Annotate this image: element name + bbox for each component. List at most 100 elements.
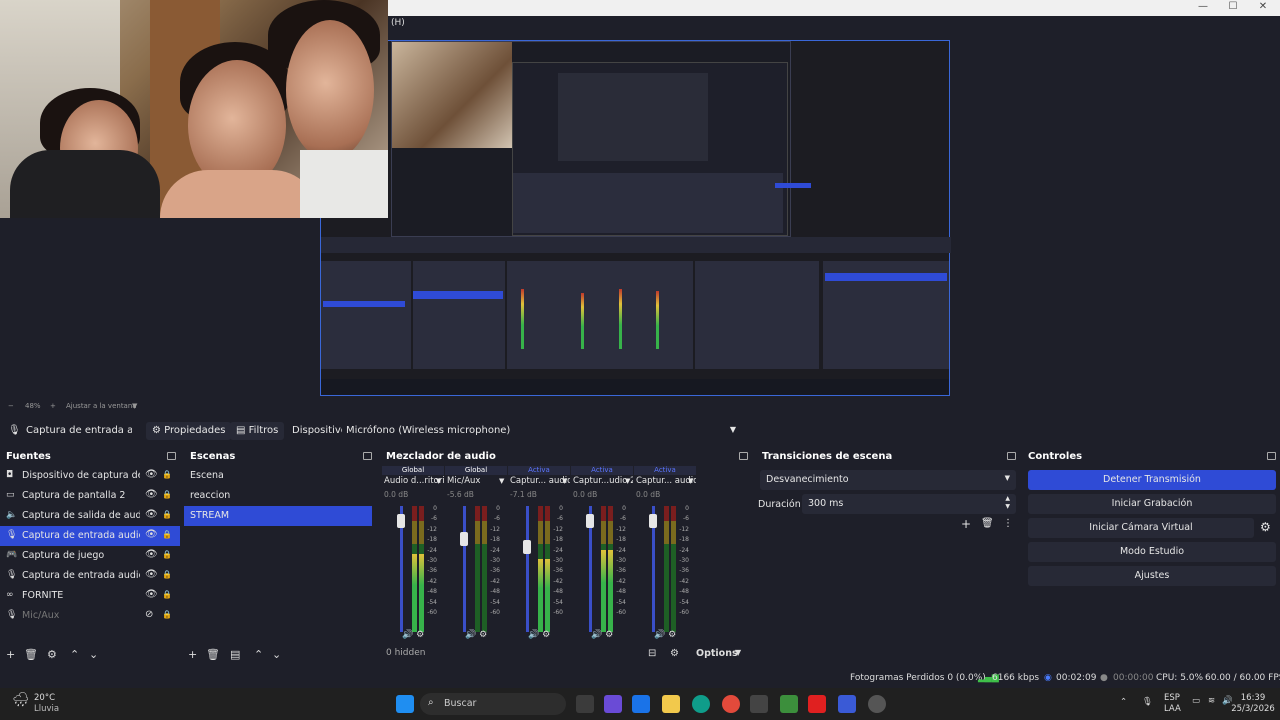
eye-icon[interactable]: 👁 [145,489,158,500]
menu-help[interactable]: (H) [391,18,405,28]
maximize-button[interactable]: ☐ [1218,1,1248,15]
taskbar-search[interactable]: ⌕ Buscar [420,693,566,715]
gear-icon[interactable]: ⚙ [476,630,487,640]
volume-fader[interactable] [526,506,529,632]
preview-canvas[interactable] [320,40,951,396]
fader-handle[interactable] [397,514,405,529]
transition-select[interactable]: Desvanecimiento ▼ [760,470,1016,490]
gear-icon[interactable]: ⚙ [539,630,550,640]
stop-stream-button[interactable]: Detener Transmisión [1028,470,1276,490]
add-icon[interactable]: + [961,517,971,531]
channel-name[interactable]: Audio d...ritorio [384,476,444,486]
minecraft-icon[interactable] [780,695,798,713]
gear-icon[interactable]: ⚙ [665,630,676,640]
chevron-down-icon[interactable]: ▼ [562,477,567,485]
source-item[interactable]: 🎙 Mic/Aux ⊘ 🔒 [0,606,180,626]
volume-fader[interactable] [463,506,466,632]
channel-name[interactable]: Mic/Aux [447,476,507,486]
eye-hidden-icon[interactable]: ⊘ [145,609,153,620]
chevron-down-icon[interactable]: ▼ [735,648,741,657]
arrow-up-icon[interactable]: ⌃ [70,648,79,661]
close-button[interactable]: ✕ [1248,1,1278,15]
chevron-down-icon[interactable]: ▼ [625,477,630,485]
outlook-icon[interactable] [632,695,650,713]
lock-icon[interactable]: 🔒 [162,510,172,519]
mute-icon[interactable]: 🔊 [591,630,602,640]
gear-icon[interactable]: ⚙ [602,630,613,640]
fader-handle[interactable] [523,539,531,554]
eye-icon[interactable]: 👁 [145,529,158,540]
source-item[interactable]: ∞ FORNITE 👁 🔒 [0,586,180,606]
zoom-in-icon[interactable]: + [50,402,56,410]
filters-button[interactable]: ▤ Filtros [230,422,285,440]
undock-icon[interactable] [167,452,176,460]
gear-icon[interactable]: ⚙ [413,630,424,640]
source-item[interactable]: ▭ Captura de pantalla 2 👁 🔒 [0,486,180,506]
trash-icon[interactable]: 🗑 [206,648,220,661]
trash-icon[interactable]: 🗑 [24,648,38,661]
windows-start-icon[interactable] [396,695,414,713]
file-explorer-icon[interactable] [662,695,680,713]
fader-handle[interactable] [586,514,594,529]
language-secondary[interactable]: LAA [1164,704,1181,714]
filter-icon[interactable]: ▤ [230,648,240,661]
lock-icon[interactable]: 🔒 [162,570,172,579]
teams-icon[interactable] [604,695,622,713]
mute-icon[interactable]: 🔊 [402,630,413,640]
wifi-icon[interactable]: ≋ [1208,696,1215,706]
channel-name[interactable]: Captur... audio [636,476,696,486]
arrow-down-icon[interactable]: ⌄ [89,648,98,661]
gear-icon[interactable]: ⚙ [1260,520,1271,534]
eye-icon[interactable]: 👁 [145,509,158,520]
chrome-icon[interactable] [722,695,740,713]
microphone-icon[interactable]: 🎙 [1142,697,1153,707]
duration-input[interactable]: 300 ms ▲ ▼ [802,494,1016,514]
device-select[interactable]: Micrófono (Wireless microphone) ▼ [342,421,740,441]
mute-icon[interactable]: 🔊 [654,630,665,640]
monitor-icon[interactable]: ▭ [1192,696,1200,706]
language-primary[interactable]: ESP [1164,693,1180,703]
eye-icon[interactable]: 👁 [145,589,158,600]
lock-icon[interactable]: 🔒 [162,550,172,559]
eye-icon[interactable]: 👁 [145,569,158,580]
options-button[interactable]: Options [696,648,738,659]
store-icon[interactable] [750,695,768,713]
scene-item[interactable]: STREAM [184,506,372,526]
source-item[interactable]: ◘ Dispositivo de captura de vídeo 👁 🔒 [0,466,180,486]
source-item[interactable]: 🎮 Captura de juego 👁 🔒 [0,546,180,566]
undock-icon[interactable] [1267,452,1276,460]
start-recording-button[interactable]: Iniciar Grabación [1028,494,1276,514]
weather-icon[interactable]: 🌧 [12,692,30,708]
youtube-icon[interactable] [808,695,826,713]
gear-icon[interactable]: ⚙ [47,648,57,661]
virtual-camera-button[interactable]: Iniciar Cámara Virtual [1028,518,1254,538]
clock-date[interactable]: 25/3/2026 [1228,704,1278,714]
stepper-icon[interactable]: ▲ ▼ [1005,495,1010,511]
lock-icon[interactable]: 🔒 [162,610,172,619]
more-options-icon[interactable]: ⋮ [1003,518,1013,529]
mute-icon[interactable]: 🔊 [465,630,476,640]
channel-name[interactable]: Captur...udio 2 [573,476,633,486]
scene-item[interactable]: reaccion [184,486,372,506]
add-icon[interactable]: + [6,648,15,661]
minimize-button[interactable]: — [1188,1,1218,15]
source-item[interactable]: 🔈 Captura de salida de audio 👁 🔒 [0,506,180,526]
clock-time[interactable]: 16:39 [1228,693,1278,703]
layout-icon[interactable]: ⊟ [648,648,656,659]
scene-item[interactable]: Escena [184,466,372,486]
studio-mode-button[interactable]: Modo Estudio [1028,542,1276,562]
fader-handle[interactable] [460,532,468,547]
edge-icon[interactable] [692,695,710,713]
chevron-down-icon[interactable]: ▼ [132,402,137,410]
lock-icon[interactable]: 🔒 [162,530,172,539]
settings-icon[interactable]: ⚙ [670,648,679,659]
chevron-down-icon[interactable]: ▼ [436,477,441,485]
chevron-up-icon[interactable]: ⌃ [1120,697,1127,707]
source-item[interactable]: 🎙 Captura de entrada audio 👁 🔒 [0,566,180,586]
obs-icon[interactable] [868,695,886,713]
game-icon[interactable] [838,695,856,713]
zoom-out-icon[interactable]: − [8,402,14,410]
eye-icon[interactable]: 👁 [145,469,158,480]
channel-name[interactable]: Captur... audio [510,476,570,486]
lock-icon[interactable]: 🔒 [162,470,172,479]
